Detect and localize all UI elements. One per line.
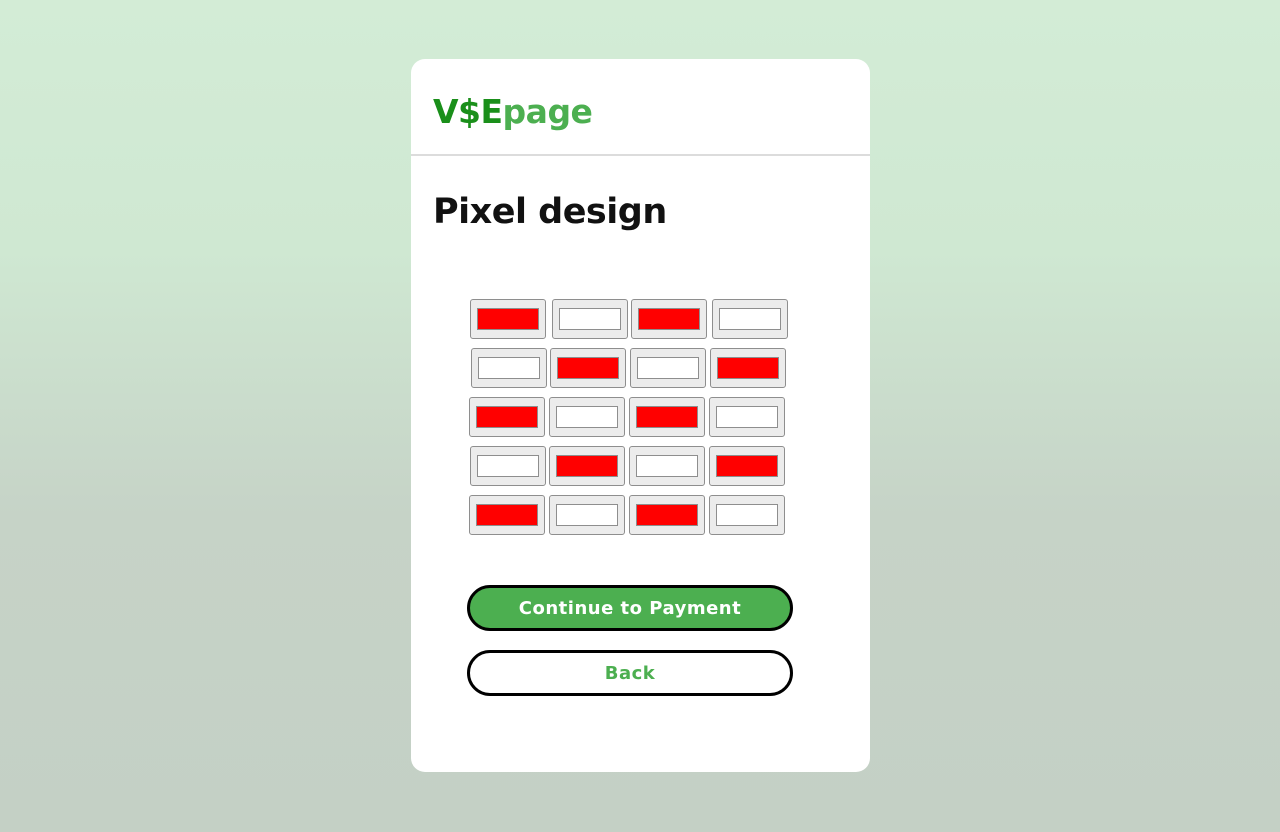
pixel-cell[interactable] xyxy=(709,495,785,535)
continue-to-payment-button[interactable]: Continue to Payment xyxy=(467,585,793,631)
pixel-fill xyxy=(716,504,778,526)
pixel-cell[interactable] xyxy=(549,446,625,486)
pixel-fill xyxy=(637,357,699,379)
pixel-cell[interactable] xyxy=(552,299,628,339)
brand-logo-part1: V$E xyxy=(433,92,503,131)
pixel-cell[interactable] xyxy=(709,446,785,486)
pixel-fill xyxy=(559,308,621,330)
brand-logo-part2: page xyxy=(502,92,593,131)
pixel-cell[interactable] xyxy=(470,299,546,339)
pixel-fill xyxy=(638,308,700,330)
brand-logo[interactable]: V$Epage xyxy=(433,92,593,132)
pixel-cell[interactable] xyxy=(710,348,786,388)
design-card: V$Epage Pixel design Continue to Payment… xyxy=(411,59,870,772)
pixel-fill xyxy=(476,406,538,428)
pixel-cell[interactable] xyxy=(629,446,705,486)
pixel-fill xyxy=(556,504,618,526)
pixel-fill xyxy=(636,504,698,526)
pixel-fill xyxy=(719,308,781,330)
back-button[interactable]: Back xyxy=(467,650,793,696)
card-header: V$Epage xyxy=(411,59,870,156)
pixel-cell[interactable] xyxy=(469,397,545,437)
pixel-fill xyxy=(636,406,698,428)
pixel-cell[interactable] xyxy=(549,397,625,437)
page-title: Pixel design xyxy=(433,192,667,232)
pixel-grid xyxy=(469,299,792,539)
pixel-fill xyxy=(556,455,618,477)
pixel-fill xyxy=(476,504,538,526)
pixel-cell[interactable] xyxy=(469,495,545,535)
pixel-cell[interactable] xyxy=(712,299,788,339)
pixel-fill xyxy=(716,406,778,428)
pixel-cell[interactable] xyxy=(471,348,547,388)
pixel-fill xyxy=(556,406,618,428)
pixel-fill xyxy=(477,308,539,330)
pixel-cell[interactable] xyxy=(470,446,546,486)
pixel-cell[interactable] xyxy=(631,299,707,339)
pixel-cell[interactable] xyxy=(630,348,706,388)
pixel-cell[interactable] xyxy=(550,348,626,388)
pixel-cell[interactable] xyxy=(629,397,705,437)
pixel-cell[interactable] xyxy=(709,397,785,437)
pixel-fill xyxy=(477,455,539,477)
pixel-fill xyxy=(636,455,698,477)
pixel-fill xyxy=(716,455,778,477)
pixel-cell[interactable] xyxy=(629,495,705,535)
pixel-fill xyxy=(717,357,779,379)
pixel-cell[interactable] xyxy=(549,495,625,535)
pixel-fill xyxy=(478,357,540,379)
pixel-fill xyxy=(557,357,619,379)
